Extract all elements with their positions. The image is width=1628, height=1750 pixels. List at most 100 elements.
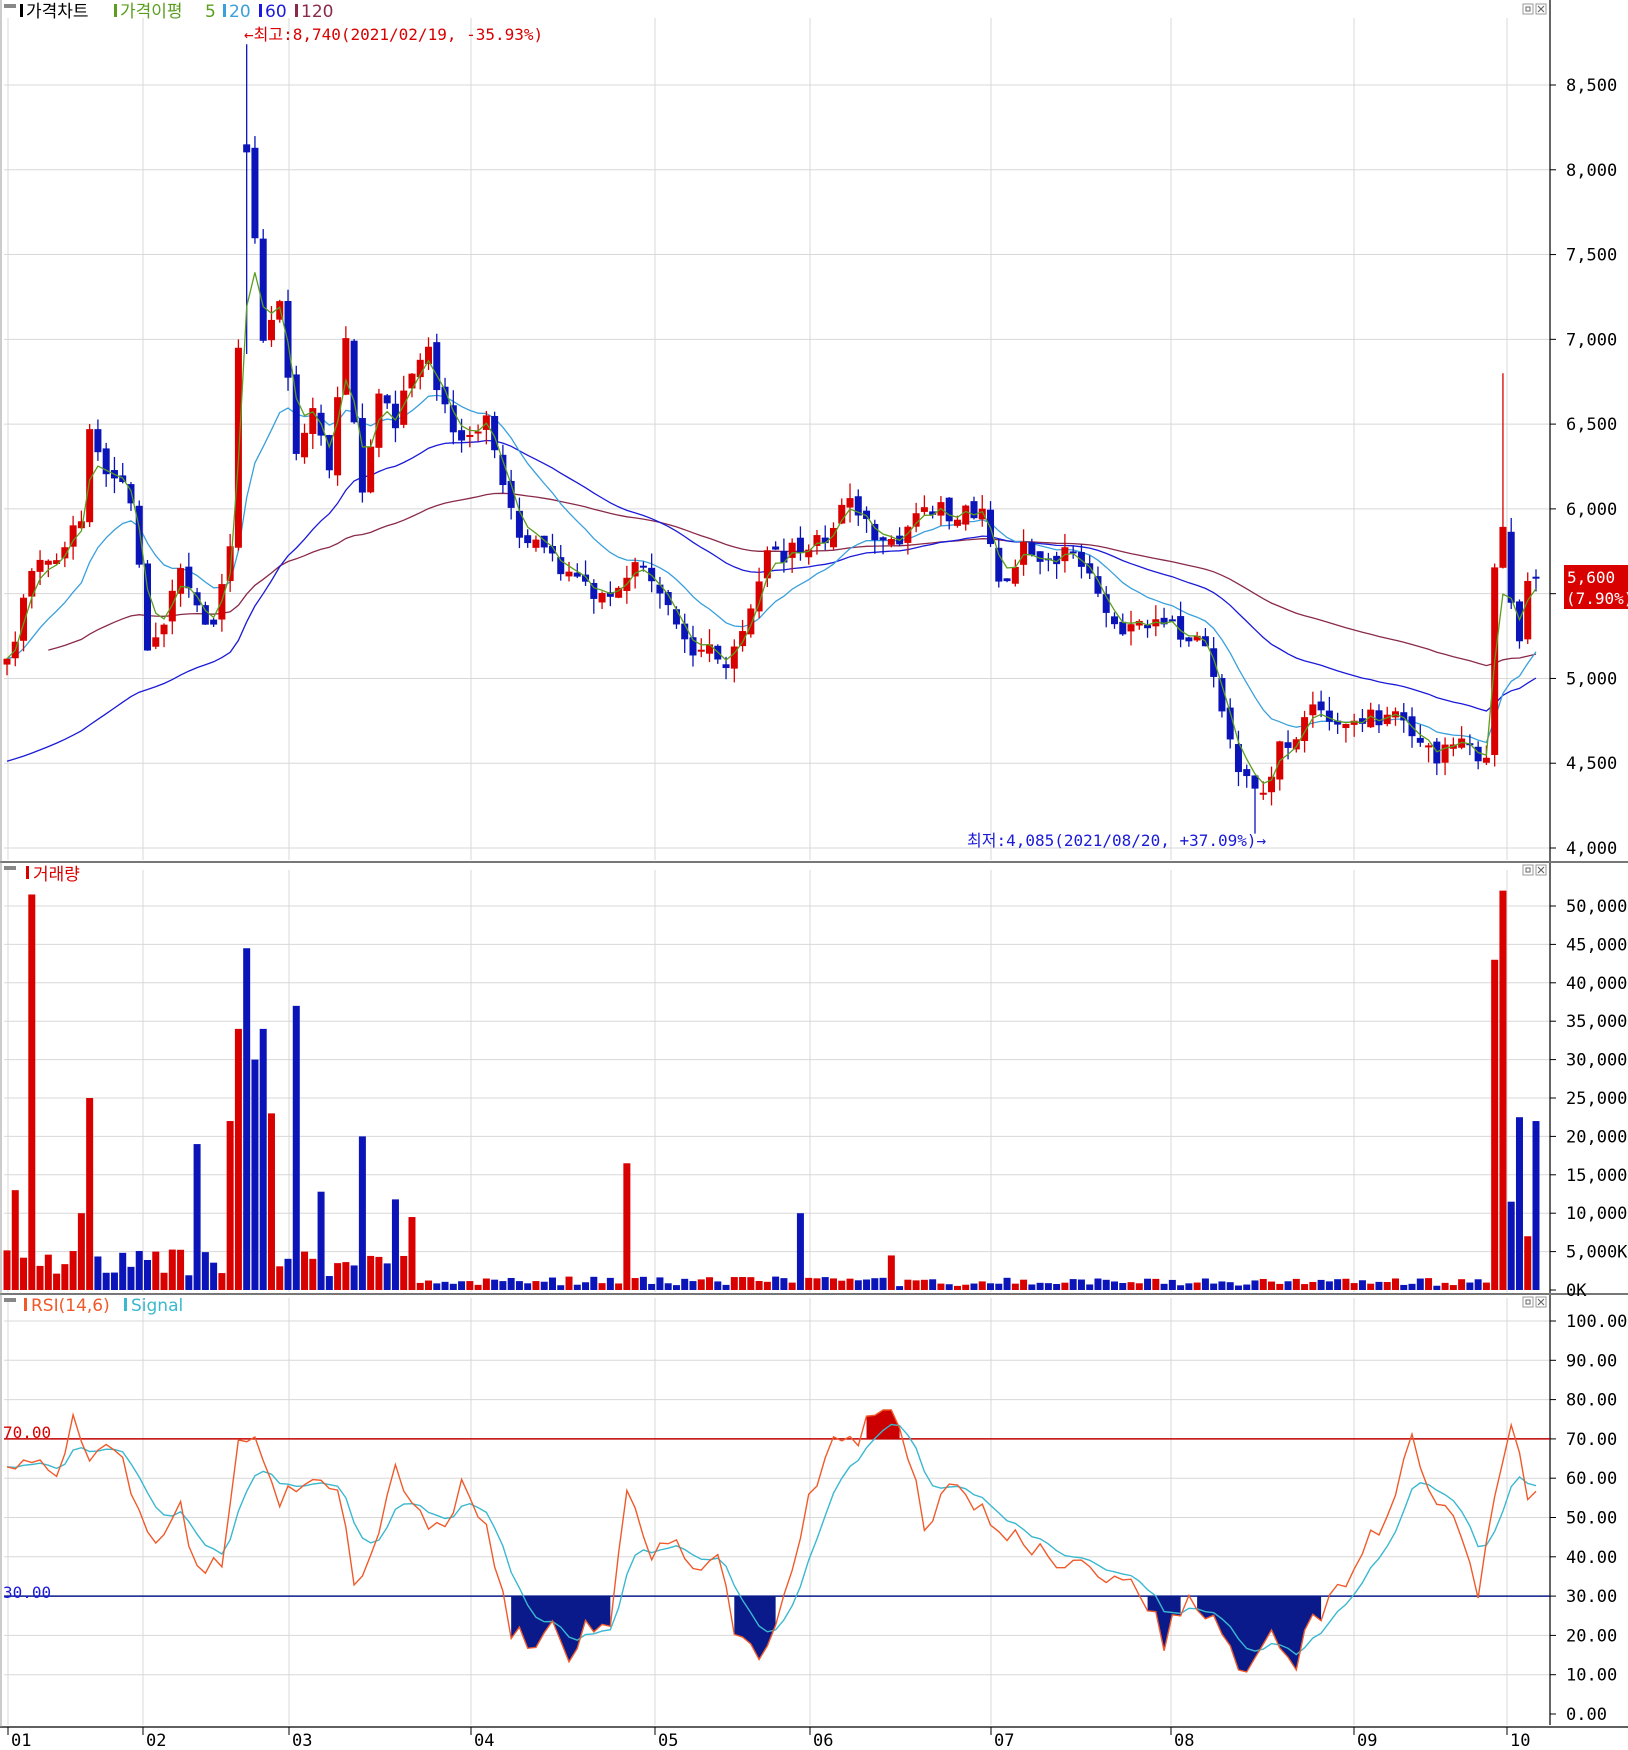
candle-body	[672, 609, 680, 625]
candle	[1003, 578, 1011, 583]
candle-body	[1325, 710, 1333, 722]
candle	[1425, 742, 1433, 763]
stock-chart-canvas: 8,5008,0007,5007,0006,5006,0005,5005,000…	[0, 0, 1628, 1750]
volume-bar	[912, 1280, 920, 1290]
volume-bar	[1201, 1278, 1209, 1290]
candle-body	[1524, 580, 1532, 640]
close-icon[interactable]	[1535, 3, 1547, 15]
volume-bar	[1086, 1284, 1094, 1290]
volume-bar	[61, 1264, 69, 1290]
candle	[3, 658, 11, 676]
candle-body	[94, 429, 102, 453]
candle	[350, 338, 358, 424]
volume-panel[interactable]: 50,000K 45,000K 40,000K 35,000K 30,000K 25,00…	[3, 865, 1628, 1301]
restore-icon[interactable]	[1522, 1296, 1534, 1308]
volume-bar	[1334, 1279, 1342, 1290]
volume-bar	[1210, 1283, 1218, 1290]
volume-bar	[904, 1279, 912, 1290]
volume-bar	[1441, 1282, 1449, 1290]
candle	[524, 529, 532, 548]
volume-bar	[970, 1283, 978, 1290]
candle	[1234, 730, 1242, 787]
volume-bar	[1119, 1283, 1127, 1290]
volume-bar	[267, 1113, 275, 1290]
volume-bar	[1243, 1284, 1251, 1290]
candle-body	[201, 605, 209, 625]
candle-body	[69, 525, 77, 547]
candle-body	[796, 537, 804, 554]
candle	[1391, 707, 1399, 726]
restore-icon[interactable]	[1522, 3, 1534, 15]
candle-body	[259, 238, 267, 341]
candle-body	[532, 539, 540, 548]
candle	[1210, 637, 1218, 688]
volume-bar	[1416, 1278, 1424, 1290]
price-y-tick-label: 7,000	[1566, 330, 1617, 350]
rsi-lower-label: 30.00	[3, 1583, 51, 1602]
volume-bar	[978, 1281, 986, 1290]
volume-bar	[144, 1259, 152, 1290]
candle-body	[284, 300, 292, 378]
rsi-y-tick-label: 70.00	[1566, 1430, 1617, 1450]
candle	[1268, 766, 1276, 806]
candle	[582, 560, 590, 586]
candle	[1160, 607, 1168, 628]
candle-body	[358, 418, 366, 493]
candle-body	[20, 597, 28, 641]
rsi-y-tick-label: 20.00	[1566, 1626, 1617, 1646]
candle-body	[160, 624, 168, 635]
volume-bar	[532, 1281, 540, 1290]
volume-bar	[168, 1249, 176, 1290]
x-tick-label: 06	[813, 1731, 833, 1750]
volume-bar	[1367, 1283, 1375, 1290]
candle-body	[962, 505, 970, 525]
volume-bar	[1449, 1285, 1457, 1290]
restore-icon[interactable]	[1522, 864, 1534, 876]
volume-bar	[606, 1277, 614, 1290]
candle	[135, 500, 143, 568]
candle-body	[1317, 701, 1325, 711]
volume-bar	[1524, 1236, 1532, 1290]
volume-y-tick-label: 20,000K	[1566, 1127, 1628, 1147]
candle	[747, 604, 755, 638]
volume-bar	[1218, 1281, 1226, 1290]
volume-y-tick-label: 0K	[1566, 1281, 1587, 1301]
candle	[763, 546, 771, 588]
volume-bar	[11, 1190, 19, 1290]
candle-body	[953, 519, 961, 526]
candle-body	[449, 405, 457, 433]
volume-bar	[582, 1282, 590, 1290]
panel-controls[interactable]	[1522, 3, 1547, 1308]
volume-bar	[177, 1249, 185, 1290]
close-icon[interactable]	[1535, 1296, 1547, 1308]
volume-bar	[1102, 1279, 1110, 1290]
volume-bar	[1152, 1278, 1160, 1290]
volume-bar	[1317, 1279, 1325, 1290]
candle	[706, 629, 714, 663]
candle-body	[1036, 551, 1044, 562]
volume-bar	[780, 1278, 788, 1290]
volume-bar	[1532, 1121, 1540, 1290]
close-icon[interactable]	[1535, 864, 1547, 876]
candle-body	[565, 571, 573, 577]
candle	[449, 390, 457, 445]
volume-bar	[119, 1252, 127, 1290]
volume-bar	[251, 1059, 259, 1290]
volume-bar	[1383, 1282, 1391, 1290]
candle-body	[639, 565, 647, 568]
volume-bar	[1507, 1201, 1515, 1290]
candle-body	[185, 566, 193, 589]
candle	[912, 502, 920, 533]
volume-bar	[1135, 1283, 1143, 1290]
ma120-label: 120	[301, 2, 333, 22]
price-y-tick-label: 5,000	[1566, 669, 1617, 689]
candle-body	[598, 592, 606, 603]
oversold-fill	[511, 1596, 611, 1662]
candle	[259, 229, 267, 343]
candle	[780, 538, 788, 573]
price-panel[interactable]: 8,5008,0007,5007,0006,5006,0005,5005,000…	[3, 2, 1628, 859]
candle	[1044, 552, 1052, 572]
volume-bar	[69, 1251, 77, 1290]
volume-y-tick-label: 5,000K	[1566, 1243, 1628, 1263]
candle-body	[1028, 542, 1036, 556]
